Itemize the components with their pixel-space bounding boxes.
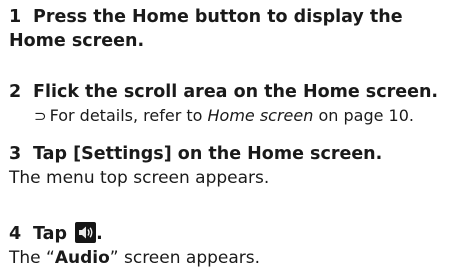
step-1: 1 Press the Home button to display the Ho… <box>9 5 459 53</box>
reference-arrow-icon: ⊃ <box>34 107 47 125</box>
step-4-result: The “Audio” screen appears. <box>9 247 260 269</box>
note-suffix: on page 10. <box>313 106 414 125</box>
note-reference-link[interactable]: Home screen <box>208 106 314 125</box>
step-4: 4 Tap . <box>9 222 459 246</box>
audio-screen-name: Audio <box>54 248 110 268</box>
speaker-volume-icon <box>75 222 97 243</box>
step-3-heading: 3 Tap [Settings] on the Home screen. <box>9 142 459 166</box>
step-4-title-end: . <box>96 224 103 244</box>
result-prefix: The “ <box>9 248 55 268</box>
step-number: 1 <box>9 7 22 27</box>
step-number: 4 <box>9 224 22 244</box>
step-1-title-line1: Press the Home button to display the <box>33 7 403 27</box>
instruction-document: 1 Press the Home button to display the Ho… <box>0 0 463 276</box>
step-number: 3 <box>9 144 22 164</box>
step-2-title: Flick the scroll area on the Home screen… <box>33 82 439 102</box>
step-3: 3 Tap [Settings] on the Home screen. <box>9 142 459 166</box>
step-4-title: Tap <box>33 224 68 244</box>
step-2: 2 Flick the scroll area on the Home scree… <box>9 80 459 104</box>
step-1-title-line2: Home screen. <box>9 31 145 51</box>
step-1-heading: 1 Press the Home button to display the Ho… <box>9 5 459 53</box>
step-4-heading: 4 Tap . <box>9 222 459 246</box>
step-3-title: Tap [Settings] on the Home screen. <box>33 144 383 164</box>
note-prefix: For details, refer to <box>49 106 208 125</box>
step-2-reference-note: ⊃ For details, refer to Home screen on pa… <box>34 105 414 127</box>
step-3-result: The menu top screen appears. <box>9 168 270 188</box>
step-2-heading: 2 Flick the scroll area on the Home scree… <box>9 80 459 104</box>
step-number: 2 <box>9 82 22 102</box>
result-suffix: ” screen appears. <box>109 248 261 268</box>
